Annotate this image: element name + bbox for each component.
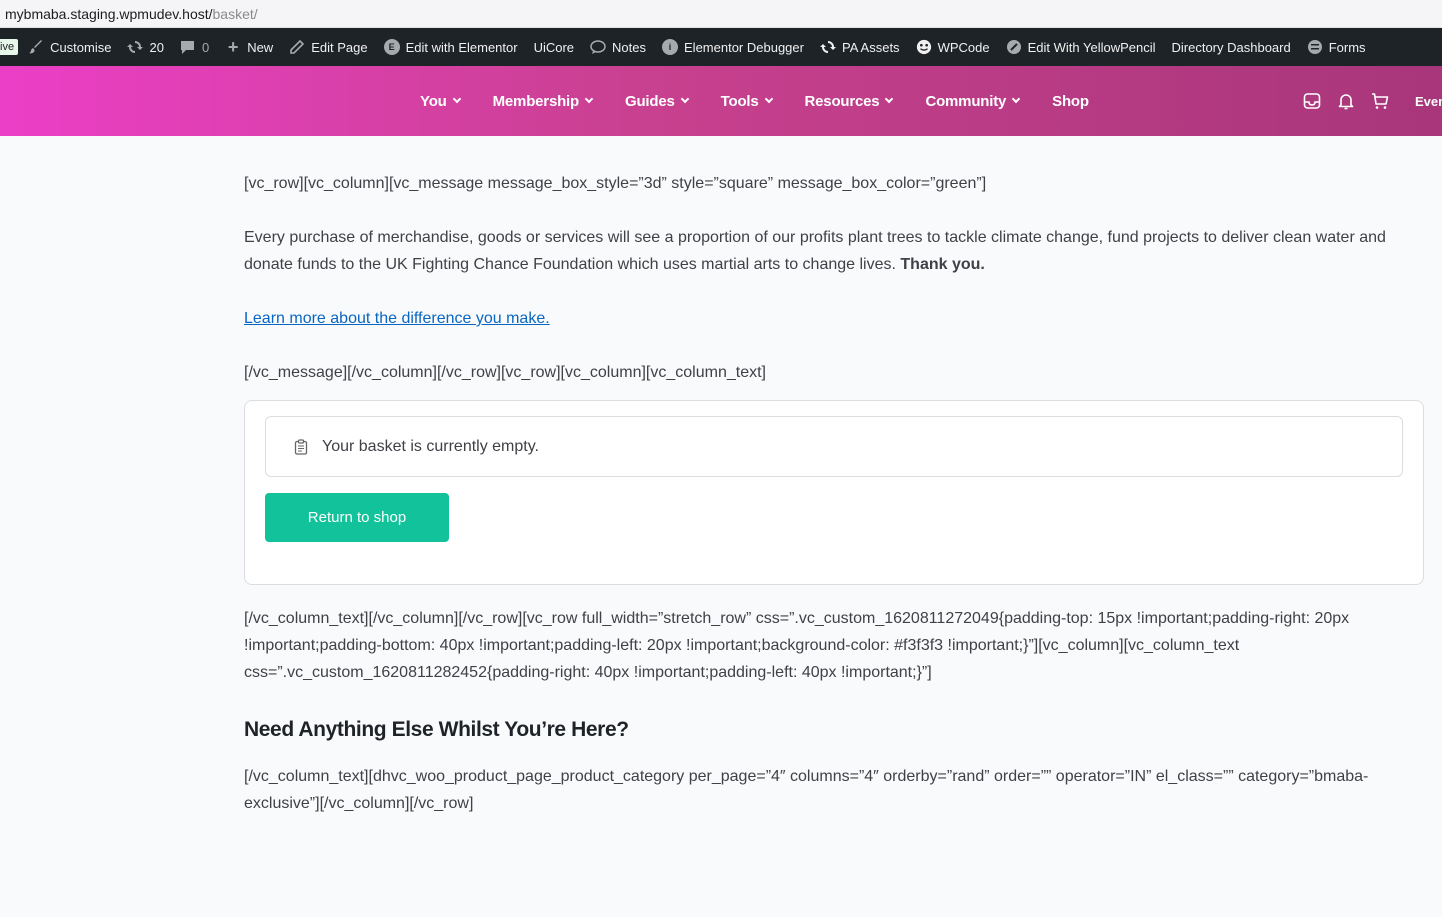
edit-page-link[interactable]: Edit Page	[289, 39, 368, 55]
updates-link[interactable]: 20	[127, 39, 164, 55]
live-badge[interactable]: ive	[0, 39, 19, 55]
sync-icon	[819, 39, 836, 55]
chevron-down-icon	[452, 94, 461, 104]
chevron-down-icon	[680, 94, 689, 104]
customise-link[interactable]: Customise	[28, 40, 111, 55]
notes-link[interactable]: Notes	[590, 40, 646, 55]
yellowpencil-icon	[1006, 39, 1022, 55]
shortcode-text: [vc_row][vc_column][vc_message message_b…	[244, 175, 987, 192]
nav-label: Tools	[720, 92, 759, 110]
nav-item-guides[interactable]: Guides	[624, 92, 689, 110]
edit-elementor-link[interactable]: E Edit with Elementor	[383, 39, 518, 55]
nav-item-membership[interactable]: Membership	[492, 92, 594, 110]
inbox-icon[interactable]	[1303, 92, 1321, 110]
comments-link[interactable]: 0	[180, 40, 209, 55]
nav-label: Community	[925, 92, 1007, 110]
basket-panel: Your basket is currently empty. Return t…	[244, 400, 1424, 585]
edit-page-label: Edit Page	[311, 39, 368, 55]
learn-more-paragraph: Learn more about the difference you make…	[244, 305, 1424, 332]
chevron-down-icon	[1011, 94, 1021, 104]
intro-text: Every purchase of merchandise, goods or …	[244, 229, 1386, 273]
uicore-label: UiCore	[533, 39, 575, 55]
nav-label: You	[420, 92, 447, 110]
elementor-icon: E	[383, 39, 400, 55]
chat-icon	[590, 39, 606, 55]
empty-basket-text: Your basket is currently empty.	[322, 438, 539, 455]
shortcode-text: [/vc_column_text][/vc_column][/vc_row][v…	[244, 610, 1350, 681]
chevron-down-icon	[584, 94, 594, 104]
main-navigation: You Membership Guides Tools Resources Co…	[0, 66, 1442, 136]
section-heading: Need Anything Else Whilst You’re Here?	[244, 718, 629, 741]
nav-menu: You Membership Guides Tools Resources Co…	[420, 66, 1089, 136]
paintbrush-icon	[28, 40, 44, 54]
nav-item-resources[interactable]: Resources	[804, 92, 894, 110]
url-host: mybmaba.staging.wpmudev.host/	[5, 5, 213, 22]
chevron-down-icon	[885, 94, 894, 104]
address-bar[interactable]: mybmaba.staging.wpmudev.host/basket/	[0, 0, 1442, 28]
pa-assets-link[interactable]: PA Assets	[819, 39, 900, 55]
intro-bold: Thank you.	[900, 256, 985, 273]
chevron-down-icon	[764, 94, 773, 104]
bell-icon[interactable]	[1337, 92, 1355, 110]
nav-label: Membership	[492, 92, 580, 110]
nav-label: Guides	[624, 92, 675, 110]
nav-label: Shop	[1052, 92, 1089, 110]
nav-item-events[interactable]: Even	[1415, 66, 1442, 136]
wpcode-label: WPCode	[937, 39, 990, 55]
customise-label: Customise	[50, 39, 112, 55]
forms-label: Forms	[1328, 39, 1366, 55]
new-content-link[interactable]: + New	[225, 37, 273, 58]
yellowpencil-link[interactable]: Edit With YellowPencil	[1006, 39, 1156, 55]
uicore-link[interactable]: UiCore	[534, 40, 574, 55]
shortcode-text: [/vc_column_text][dhvc_woo_product_page_…	[244, 768, 1369, 812]
learn-more-link[interactable]: Learn more about the difference you make…	[244, 310, 550, 327]
elementor-debugger-link[interactable]: i Elementor Debugger	[662, 39, 804, 55]
forms-icon	[1307, 39, 1323, 55]
forms-link[interactable]: Forms	[1307, 39, 1366, 55]
info-icon: i	[662, 39, 679, 55]
page-content: [vc_row][vc_column][vc_message message_b…	[244, 170, 1424, 844]
nav-icon-group	[1303, 66, 1389, 136]
return-to-shop-button[interactable]: Return to shop	[265, 493, 449, 542]
intro-paragraph: Every purchase of merchandise, goods or …	[244, 224, 1424, 278]
shortcode-text: [/vc_message][/vc_column][/vc_row][vc_ro…	[244, 364, 766, 381]
url-path: basket/	[212, 5, 258, 22]
directory-dashboard-label: Directory Dashboard	[1171, 39, 1291, 55]
refresh-icon	[127, 39, 144, 55]
cart-icon[interactable]	[1371, 92, 1389, 110]
nav-item-shop[interactable]: Shop	[1052, 93, 1089, 110]
wp-admin-bar: ive Customise 20 0 + New Edit Page E Edi…	[0, 28, 1442, 66]
plus-icon: +	[227, 36, 239, 57]
nav-label: Resources	[804, 92, 880, 110]
wpcode-link[interactable]: WPCode	[916, 38, 990, 56]
comments-count: 0	[201, 39, 210, 55]
pa-assets-label: PA Assets	[841, 39, 900, 55]
notes-label: Notes	[612, 39, 647, 55]
yellowpencil-label: Edit With YellowPencil	[1027, 39, 1156, 55]
pencil-icon	[289, 40, 305, 54]
comment-bubble-icon	[180, 40, 196, 55]
wpcode-logo-icon	[916, 38, 932, 56]
directory-dashboard-link[interactable]: Directory Dashboard	[1172, 40, 1291, 55]
clipboard-icon	[294, 438, 308, 455]
empty-basket-notice: Your basket is currently empty.	[265, 416, 1403, 477]
nav-item-community[interactable]: Community	[925, 92, 1021, 110]
nav-item-tools[interactable]: Tools	[720, 92, 773, 110]
new-label: New	[247, 39, 274, 55]
nav-item-you[interactable]: You	[420, 92, 461, 110]
elementor-debugger-label: Elementor Debugger	[684, 39, 804, 55]
edit-elementor-label: Edit with Elementor	[405, 39, 518, 55]
updates-count: 20	[149, 39, 164, 55]
